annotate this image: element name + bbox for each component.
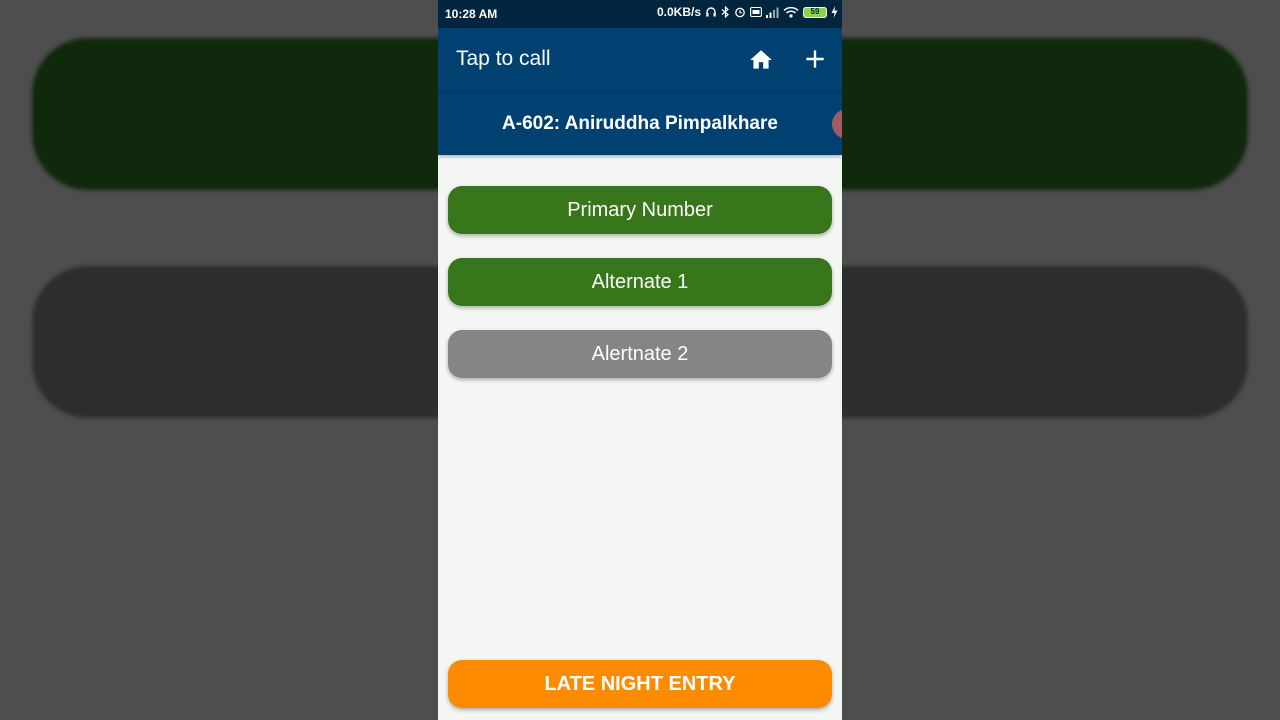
primary-number-button[interactable]: Primary Number [448,186,832,234]
volte-icon [750,6,762,18]
bluetooth-icon [721,6,730,18]
signal-icon [766,6,779,18]
screen-stage: 10:28 AM 0.0KB/s 59 Tap to call A-602: A… [0,0,1280,720]
app-title: Tap to call [456,47,551,70]
flat-header: A-602: Aniruddha Pimpalkhare [438,92,842,155]
status-bar: 10:28 AM 0.0KB/s 59 [438,0,842,28]
home-icon[interactable] [748,47,774,73]
wifi-icon [783,6,799,18]
alternate-1-button[interactable]: Alternate 1 [448,258,832,306]
charging-icon [831,6,838,18]
phone-screen: 10:28 AM 0.0KB/s 59 Tap to call A-602: A… [438,0,842,720]
status-time: 10:28 AM [445,7,498,21]
flat-title: A-602: Aniruddha Pimpalkhare [502,113,778,134]
app-bar: Tap to call [438,28,842,92]
alternate-2-button[interactable]: Alertnate 2 [448,330,832,378]
status-icons: 0.0KB/s 59 [657,5,838,19]
battery-icon: 59 [803,6,827,18]
headphones-icon [705,6,717,18]
alarm-icon [734,6,746,18]
network-speed: 0.0KB/s [656,5,701,19]
add-icon[interactable] [802,46,828,72]
late-night-entry-button[interactable]: LATE NIGHT ENTRY [448,660,832,708]
